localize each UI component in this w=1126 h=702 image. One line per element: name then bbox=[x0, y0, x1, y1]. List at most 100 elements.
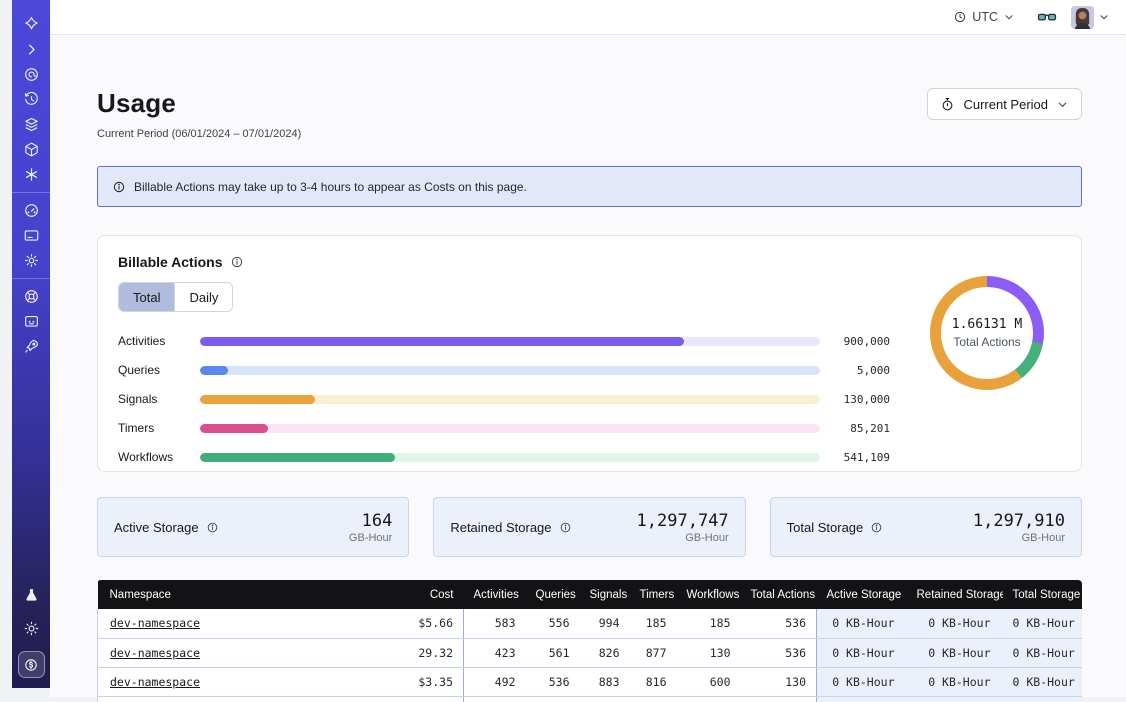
bar-fill bbox=[200, 366, 228, 375]
table-row: dev-namespace 29.32 423 561 826 877 130 … bbox=[98, 638, 1083, 667]
col-namespace: Namespace bbox=[98, 580, 386, 609]
period-dropdown-label: Current Period bbox=[963, 97, 1048, 112]
queries-cell: 561 bbox=[526, 638, 580, 667]
namespace-link[interactable]: dev-namespace bbox=[110, 646, 200, 660]
chevron-down-icon bbox=[1003, 11, 1015, 23]
timezone-selector[interactable]: UTC bbox=[953, 10, 1015, 24]
active-storage-cell: 0 KB-Hour bbox=[817, 667, 907, 696]
main-content: Usage Current Period (06/01/2024 – 07/01… bbox=[50, 35, 1126, 697]
pricing-dollar-icon[interactable] bbox=[18, 651, 45, 678]
col-total-storage: Total Storage bbox=[1003, 580, 1083, 609]
billable-actions-title: Billable Actions bbox=[118, 254, 223, 270]
namespace-link[interactable]: dev-namespace bbox=[110, 675, 200, 689]
avatar bbox=[1071, 6, 1094, 29]
namespaces-icon[interactable] bbox=[12, 62, 50, 87]
signals-cell: 826 bbox=[580, 638, 630, 667]
retained-storage-cell: 0 KB-Hour bbox=[907, 667, 1003, 696]
period-dropdown-button[interactable]: Current Period bbox=[927, 88, 1082, 120]
support-lifebuoy-icon[interactable] bbox=[12, 284, 50, 309]
table-row: dev-namespace $3.35 492 536 883 816 600 … bbox=[98, 667, 1083, 696]
info-icon bbox=[112, 180, 126, 194]
getting-started-rocket-icon[interactable] bbox=[12, 334, 50, 359]
workflows-cell: 600 bbox=[677, 667, 741, 696]
col-active-storage: Active Storage bbox=[817, 580, 907, 609]
tab-total[interactable]: Total bbox=[119, 283, 174, 311]
tab-daily[interactable]: Daily bbox=[174, 283, 232, 311]
sidebar-divider bbox=[12, 192, 50, 193]
total-actions-cell: 536 bbox=[741, 609, 817, 638]
labs-flask-icon[interactable] bbox=[12, 583, 50, 608]
history-icon[interactable] bbox=[12, 87, 50, 112]
col-retained-storage: Retained Storage bbox=[907, 580, 1003, 609]
active-storage-card: Active Storage 164 GB-Hour bbox=[97, 497, 409, 557]
banner-text: Billable Actions may take up to 3-4 hour… bbox=[134, 180, 527, 194]
bar-label: Signals bbox=[118, 392, 200, 406]
active-storage-label: Active Storage bbox=[114, 520, 199, 535]
bar-value: 900,000 bbox=[820, 335, 890, 348]
active-storage-cell: 0 KB-Hour bbox=[817, 638, 907, 667]
sidebar-divider bbox=[12, 278, 50, 279]
bar-value: 130,000 bbox=[820, 393, 890, 406]
col-queries: Queries bbox=[526, 580, 580, 609]
info-icon[interactable] bbox=[206, 521, 219, 534]
bar-fill bbox=[200, 395, 315, 404]
total-actions-value: 1.66131 M bbox=[952, 317, 1022, 332]
account-menu[interactable] bbox=[1071, 6, 1110, 29]
namespace-usage-table: Namespace Cost Activities Queries Signal… bbox=[97, 580, 1082, 702]
expand-sidebar-icon[interactable] bbox=[12, 37, 50, 62]
settings-gear-icon[interactable] bbox=[12, 248, 50, 273]
storage-unit: GB-Hour bbox=[973, 532, 1065, 544]
table-row: dev-namespace $5.66 583 556 994 185 185 … bbox=[98, 609, 1083, 638]
retained-storage-cell: 0 KB-Hour bbox=[907, 638, 1003, 667]
col-signals: Signals bbox=[580, 580, 630, 609]
activities-cell: 492 bbox=[464, 667, 526, 696]
layers-icon[interactable] bbox=[12, 112, 50, 137]
retained-storage-label: Retained Storage bbox=[450, 520, 551, 535]
bar-track bbox=[200, 424, 820, 433]
feedback-terminal-icon[interactable] bbox=[12, 309, 50, 334]
bar-row: Queries 5,000 bbox=[118, 363, 890, 377]
info-icon[interactable] bbox=[230, 255, 244, 269]
bar-row: Timers 85,201 bbox=[118, 421, 890, 435]
bar-label: Activities bbox=[118, 334, 200, 348]
usage-gauge-icon[interactable] bbox=[12, 198, 50, 223]
cube-icon[interactable] bbox=[12, 137, 50, 162]
nexus-icon[interactable] bbox=[12, 162, 50, 187]
bar-row: Activities 900,000 bbox=[118, 334, 890, 348]
storage-unit: GB-Hour bbox=[349, 532, 392, 544]
retained-storage-value: 1,297,747 bbox=[637, 511, 729, 531]
chevron-down-icon bbox=[1098, 11, 1110, 23]
clock-icon bbox=[953, 10, 967, 24]
bar-row: Signals 130,000 bbox=[118, 392, 890, 406]
timezone-label: UTC bbox=[972, 10, 998, 24]
sidebar bbox=[12, 0, 50, 688]
billable-actions-tabs: Total Daily bbox=[118, 282, 233, 312]
col-timers: Timers bbox=[630, 580, 677, 609]
bar-fill bbox=[200, 453, 395, 462]
col-workflows: Workflows bbox=[677, 580, 741, 609]
glasses-icon[interactable] bbox=[1037, 7, 1057, 27]
info-banner: Billable Actions may take up to 3-4 hour… bbox=[97, 166, 1082, 207]
topbar: UTC bbox=[50, 0, 1126, 35]
activities-cell: 423 bbox=[464, 638, 526, 667]
storage-cards-row: Active Storage 164 GB-Hour Retained Stor… bbox=[97, 497, 1082, 557]
info-icon[interactable] bbox=[559, 521, 572, 534]
temporal-logo-icon[interactable] bbox=[12, 12, 50, 37]
bar-track bbox=[200, 337, 820, 346]
bar-fill bbox=[200, 337, 684, 346]
col-total-actions: Total Actions bbox=[741, 580, 817, 609]
bar-label: Queries bbox=[118, 363, 200, 377]
bar-row: Workflows 541,109 bbox=[118, 450, 890, 464]
bar-track bbox=[200, 366, 820, 375]
bar-track bbox=[200, 453, 820, 462]
billing-card-icon[interactable] bbox=[12, 223, 50, 248]
storage-unit: GB-Hour bbox=[637, 532, 729, 544]
total-actions-donut: 1.66131 M Total Actions bbox=[930, 276, 1044, 390]
theme-sun-icon[interactable] bbox=[12, 616, 50, 641]
namespace-link[interactable]: dev-namespace bbox=[110, 616, 200, 630]
cost-cell: 29.32 bbox=[386, 638, 464, 667]
workflows-cell: 185 bbox=[677, 609, 741, 638]
total-actions-cell: 130 bbox=[741, 667, 817, 696]
retained-storage-cell: 0 KB-Hour bbox=[907, 609, 1003, 638]
info-icon[interactable] bbox=[870, 521, 883, 534]
